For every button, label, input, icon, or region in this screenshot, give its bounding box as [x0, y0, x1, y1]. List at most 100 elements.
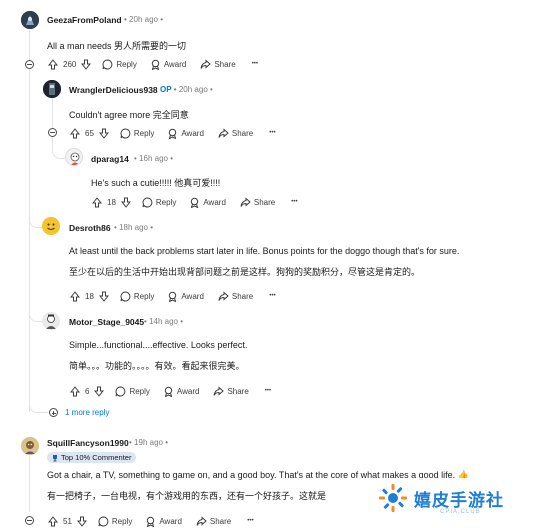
reply-button[interactable]: Reply	[142, 196, 176, 208]
comment-actions: 6 Reply Award Share •••	[70, 384, 271, 398]
share-button[interactable]: Share	[218, 290, 253, 302]
share-button[interactable]: Share	[213, 385, 249, 397]
downvote-button[interactable]	[120, 197, 131, 208]
share-button[interactable]: Share	[218, 127, 253, 139]
username[interactable]: Desroth86	[69, 223, 111, 233]
comment-time: • 19h ago •	[129, 438, 169, 447]
more-options-button[interactable]: •••	[265, 388, 271, 394]
upvote-button[interactable]	[70, 127, 80, 139]
share-icon	[200, 58, 212, 69]
comment-time: • 14h ago •	[144, 317, 184, 326]
more-options-button[interactable]: •••	[252, 61, 258, 67]
comment-meta: OP • 20h ago •	[160, 85, 213, 94]
vote-count: 260	[63, 59, 77, 69]
reply-icon	[142, 196, 153, 207]
more-options-button[interactable]: •••	[269, 130, 275, 136]
share-icon	[240, 196, 251, 207]
upvote-icon	[48, 515, 58, 526]
trophy-icon	[53, 454, 57, 461]
downvote-icon	[81, 59, 92, 70]
comment-body: Simple...functional....effective. Looks …	[69, 340, 248, 350]
username[interactable]: GeezaFromPoland	[47, 15, 122, 25]
downvote-icon	[98, 291, 109, 302]
share-icon	[218, 290, 229, 301]
award-button[interactable]: Award	[167, 128, 204, 139]
upvote-button[interactable]	[70, 385, 80, 397]
comment-actions: 65 Reply Award Share •••	[70, 126, 276, 140]
reply-button[interactable]: Reply	[120, 290, 154, 302]
reply-button[interactable]: Reply	[115, 385, 150, 397]
reply-button[interactable]: Reply	[102, 58, 137, 70]
expand-replies-button[interactable]	[49, 408, 58, 417]
vote-count: 6	[85, 386, 90, 396]
username[interactable]: SquillFancyson1990	[47, 438, 129, 448]
top-commenter-badge: Top 10% Commenter	[47, 452, 137, 463]
comment-body-translation: 简单。。。功能的。。。。有效。看起来很完美。	[69, 361, 245, 371]
reply-icon	[120, 127, 131, 138]
thread-connector	[29, 398, 48, 413]
downvote-icon	[98, 128, 109, 139]
collapse-thread-button[interactable]	[48, 128, 57, 137]
downvote-icon	[76, 516, 87, 527]
thread-connector	[52, 138, 65, 159]
award-button[interactable]: Award	[163, 386, 199, 397]
collapse-thread-button[interactable]	[25, 516, 34, 525]
upvote-button[interactable]	[70, 290, 80, 302]
more-options-button[interactable]: •••	[247, 518, 253, 524]
more-options-button[interactable]: •••	[269, 293, 275, 299]
comment-time: • 18h ago •	[114, 223, 154, 232]
avatar[interactable]	[42, 312, 60, 330]
reply-button[interactable]: Reply	[120, 127, 154, 139]
username[interactable]: dparag14	[91, 154, 129, 164]
upvote-button[interactable]	[92, 196, 102, 208]
thread-connector	[29, 305, 42, 322]
collapse-thread-button[interactable]	[25, 60, 34, 69]
avatar[interactable]	[65, 148, 83, 166]
downvote-button[interactable]	[76, 516, 87, 527]
avatar[interactable]	[43, 80, 61, 98]
vote-count: 18	[107, 197, 116, 207]
upvote-icon	[48, 58, 58, 69]
watermark-logo-icon	[379, 484, 407, 512]
downvote-button[interactable]	[98, 128, 109, 139]
thread-line	[29, 452, 30, 512]
award-button[interactable]: Award	[150, 59, 186, 70]
thread-connector	[29, 210, 42, 228]
vote-count: 18	[85, 291, 94, 301]
username[interactable]: WranglerDelicious938	[69, 85, 158, 95]
downvote-button[interactable]	[94, 386, 105, 397]
reply-button[interactable]: Reply	[98, 515, 132, 527]
more-replies-link[interactable]: 1 more reply	[65, 408, 109, 417]
share-button[interactable]: Share	[196, 515, 231, 527]
comment-body: All a man needs 男人所需要的一切	[47, 41, 187, 51]
avatar[interactable]	[21, 11, 39, 29]
more-options-button[interactable]: •••	[291, 199, 297, 205]
downvote-icon	[94, 386, 105, 397]
upvote-icon	[70, 290, 80, 301]
comment-body: At least until the back problems start l…	[69, 246, 460, 256]
comment-body-translation: 至少在以后的生活中开始出现背部问题之前是这样。狗狗的奖励积分，尽管这是肯定的。	[69, 267, 421, 277]
downvote-button[interactable]	[81, 59, 92, 70]
award-icon	[169, 291, 177, 302]
award-icon	[151, 59, 160, 70]
award-button[interactable]: Award	[145, 516, 182, 527]
upvote-button[interactable]	[48, 58, 58, 70]
username[interactable]: Motor_Stage_9045	[69, 317, 144, 327]
comment-actions: 18 Reply Award Share •••	[70, 289, 276, 303]
avatar[interactable]	[42, 217, 60, 235]
share-button[interactable]: Share	[200, 58, 236, 70]
award-button[interactable]: Award	[189, 197, 226, 208]
award-icon	[147, 516, 155, 527]
award-button[interactable]: Award	[167, 291, 204, 302]
reply-icon	[120, 290, 131, 301]
share-button[interactable]: Share	[240, 196, 275, 208]
upvote-button[interactable]	[48, 515, 58, 527]
reply-icon	[102, 58, 113, 69]
avatar[interactable]	[21, 437, 39, 455]
vote-count: 65	[85, 128, 94, 138]
comment-time: • 20h ago •	[124, 15, 164, 24]
comment-time: • 16h ago •	[134, 154, 174, 163]
upvote-icon	[70, 385, 80, 396]
downvote-button[interactable]	[98, 291, 109, 302]
share-icon	[218, 127, 229, 138]
